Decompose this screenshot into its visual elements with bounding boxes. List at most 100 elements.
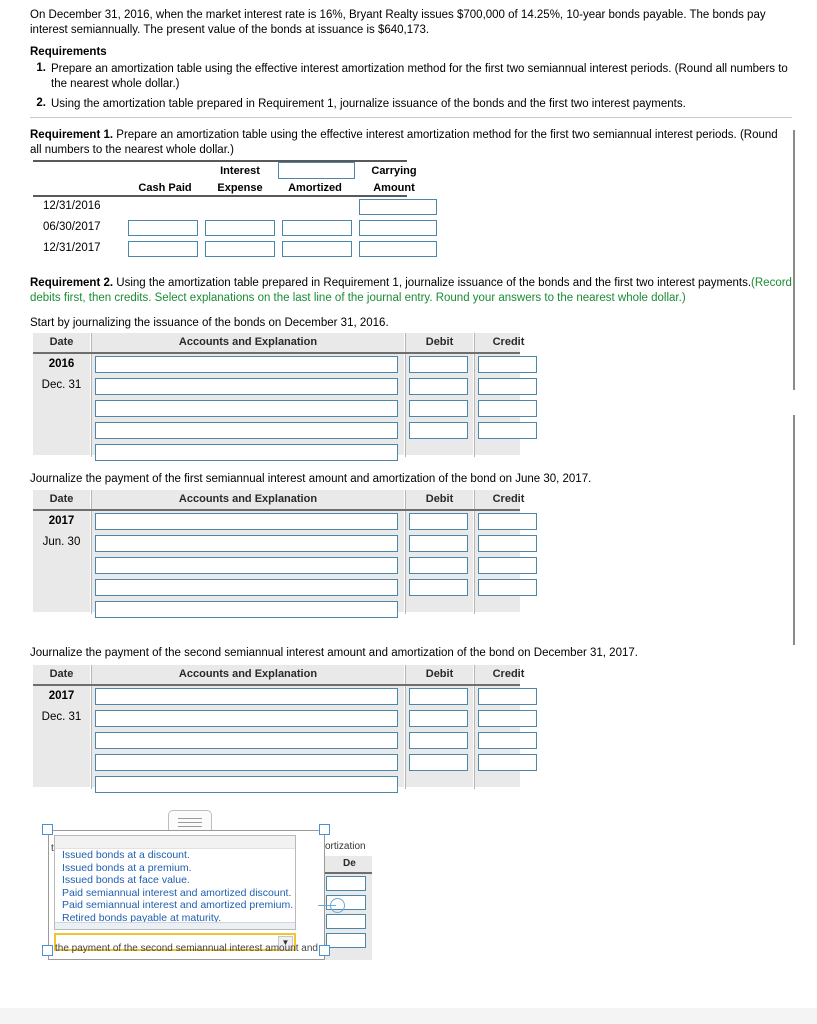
- scroll-rail-upper[interactable]: [793, 130, 795, 390]
- journal1-prompt: Start by journalizing the issuance of th…: [30, 317, 389, 329]
- requirement-text: Using the amortization table prepared in…: [51, 98, 686, 110]
- journal-row: [33, 354, 537, 376]
- journal-accounts-input[interactable]: [95, 513, 398, 530]
- journal-accounts-input[interactable]: [95, 579, 398, 596]
- journal-accounts-input[interactable]: [95, 535, 398, 552]
- dropdown-overlay[interactable]: t ortization De Issued bonds at a discou…: [48, 810, 372, 960]
- column-header-accounts: Accounts and Explanation: [178, 493, 318, 505]
- journal-explanation-input[interactable]: [95, 601, 398, 618]
- scroll-rail-lower[interactable]: [793, 415, 795, 645]
- journal-debit-input[interactable]: [409, 732, 468, 749]
- amortization-header: Interest Carrying Cash Paid Expense Amor…: [33, 162, 417, 195]
- journal-accounts-input[interactable]: [95, 710, 398, 727]
- dropdown-option-list[interactable]: Issued bonds at a discount. Issued bonds…: [54, 835, 296, 930]
- journal-debit-input[interactable]: [409, 688, 468, 705]
- journal-debit-input[interactable]: [409, 513, 468, 530]
- requirement1-instruction: Requirement 1. Prepare an amortization t…: [30, 128, 790, 158]
- drag-handle-icon[interactable]: [168, 810, 212, 832]
- journal-explanation-input[interactable]: [95, 444, 398, 461]
- requirement-list-item: 2. Using the amortization table prepared…: [30, 97, 792, 112]
- journal-credit-input[interactable]: [478, 378, 537, 395]
- amortization-cash-paid-input[interactable]: [128, 220, 198, 236]
- journal-credit-input[interactable]: [478, 754, 537, 771]
- journal-credit-input[interactable]: [478, 422, 537, 439]
- journal-debit-input[interactable]: [409, 400, 468, 417]
- amortization-interest-expense-input[interactable]: [205, 241, 275, 257]
- dropdown-list-top-strip: [55, 836, 295, 849]
- journal-debit-input[interactable]: [409, 356, 468, 373]
- journal-debit-input[interactable]: [409, 754, 468, 771]
- column-header-credit: Credit: [492, 668, 525, 680]
- journal-credit-input[interactable]: [478, 535, 537, 552]
- journal-row: [33, 752, 537, 774]
- journal-debit-input[interactable]: [409, 579, 468, 596]
- dropdown-option[interactable]: Issued bonds at face value.: [55, 874, 295, 887]
- column-header-credit: Credit: [492, 336, 525, 348]
- column-divider: [404, 333, 406, 352]
- journal-credit-input[interactable]: [478, 513, 537, 530]
- column-divider: [90, 333, 92, 352]
- amortization-cash-paid-input[interactable]: [128, 241, 198, 257]
- column-divider: [473, 665, 475, 684]
- column-divider: [90, 490, 92, 509]
- amortization-amortized-input[interactable]: [282, 241, 352, 257]
- journal-accounts-input[interactable]: [95, 754, 398, 771]
- header-interest: Interest: [220, 165, 260, 177]
- amortization-carrying-input[interactable]: [359, 241, 437, 257]
- dropdown-option[interactable]: Paid semiannual interest and amortized p…: [55, 899, 295, 912]
- column-header-date: Date: [49, 668, 74, 680]
- journal-credit-input[interactable]: [478, 356, 537, 373]
- journal-debit-input[interactable]: [409, 378, 468, 395]
- journal-row: [33, 774, 520, 796]
- amortization-carrying-input[interactable]: [359, 199, 437, 215]
- requirement-list-item: 1. Prepare an amortization table using t…: [30, 62, 792, 92]
- selection-handle-top-right[interactable]: [319, 824, 330, 835]
- column-header-date: Date: [49, 493, 74, 505]
- journal-explanation-input[interactable]: [95, 776, 398, 793]
- amortization-amortized-input[interactable]: [282, 220, 352, 236]
- behind-debit-input[interactable]: [326, 933, 366, 948]
- amortization-body: 12/31/2016 06/30/2017 12/31/2017: [33, 197, 437, 260]
- journal-credit-input[interactable]: [478, 732, 537, 749]
- selection-handle-bottom-right[interactable]: [319, 945, 330, 956]
- journal-row: [33, 686, 537, 708]
- dropdown-option[interactable]: Issued bonds at a premium.: [55, 862, 295, 875]
- amortization-carrying-input[interactable]: [359, 220, 437, 236]
- journal-row: [33, 376, 537, 398]
- journal-credit-input[interactable]: [478, 557, 537, 574]
- journal-credit-input[interactable]: [478, 400, 537, 417]
- journal-credit-input[interactable]: [478, 710, 537, 727]
- journal-accounts-input[interactable]: [95, 688, 398, 705]
- journal-row: [33, 577, 537, 599]
- handle-line: [178, 822, 202, 823]
- dropdown-option[interactable]: Paid semiannual interest and amortized d…: [55, 887, 295, 900]
- behind-debit-input[interactable]: [326, 876, 366, 891]
- journal-credit-input[interactable]: [478, 579, 537, 596]
- journal-debit-input[interactable]: [409, 535, 468, 552]
- amortization-header-input[interactable]: [278, 162, 355, 179]
- journal-accounts-input[interactable]: [95, 378, 398, 395]
- journal-accounts-input[interactable]: [95, 400, 398, 417]
- header-amount: Amount: [373, 182, 415, 194]
- amortization-row-date: 12/31/2016: [43, 200, 101, 212]
- column-divider: [90, 665, 92, 684]
- selection-handle-bottom-left[interactable]: [42, 945, 53, 956]
- journal-accounts-input[interactable]: [95, 422, 398, 439]
- handle-line: [178, 818, 202, 819]
- requirement2-text: Using the amortization table prepared in…: [113, 277, 752, 289]
- amortization-interest-expense-input[interactable]: [205, 220, 275, 236]
- journal-accounts-input[interactable]: [95, 557, 398, 574]
- behind-debit-input[interactable]: [326, 914, 366, 929]
- journal-credit-input[interactable]: [478, 688, 537, 705]
- dropdown-option[interactable]: Issued bonds at a discount.: [55, 849, 295, 862]
- page-bottom-edge: [0, 1008, 817, 1024]
- journal2-prompt: Journalize the payment of the first semi…: [30, 473, 592, 485]
- journal-debit-input[interactable]: [409, 710, 468, 727]
- journal-debit-input[interactable]: [409, 557, 468, 574]
- journal-accounts-input[interactable]: [95, 732, 398, 749]
- journal-debit-input[interactable]: [409, 422, 468, 439]
- rotate-handle-icon[interactable]: [330, 898, 345, 913]
- journal-accounts-input[interactable]: [95, 356, 398, 373]
- selection-handle-top-left[interactable]: [42, 824, 53, 835]
- journal-table-1: Date Accounts and Explanation Debit Cred…: [33, 333, 537, 461]
